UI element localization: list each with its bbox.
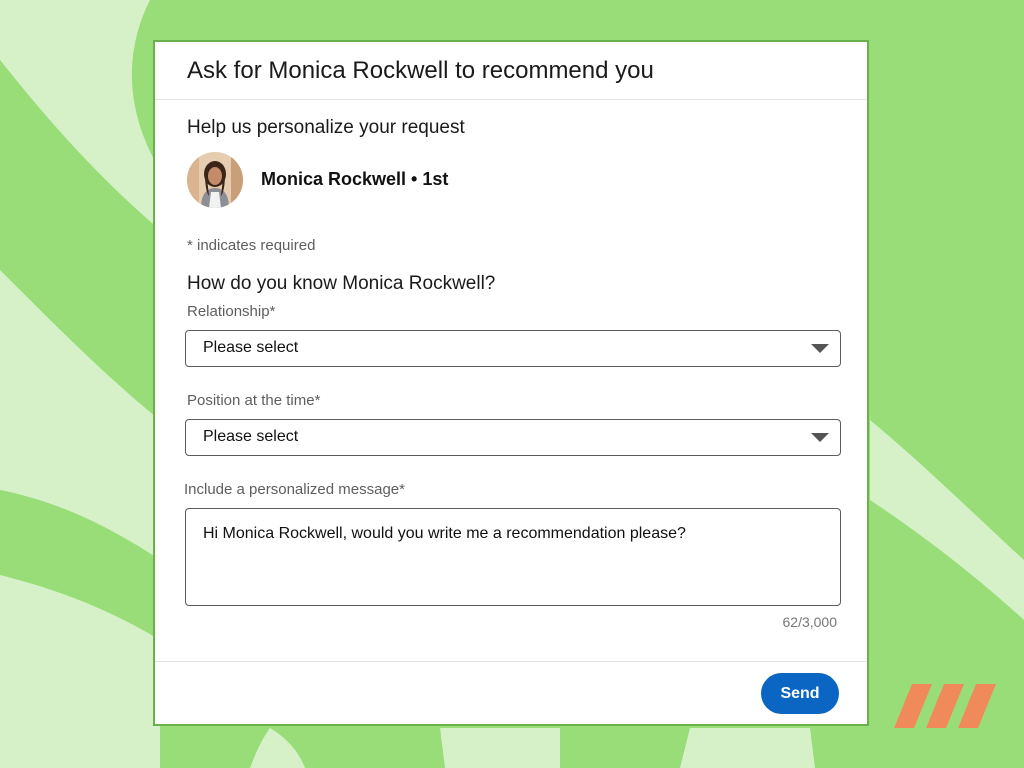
send-button[interactable]: Send — [761, 673, 839, 714]
message-textarea[interactable]: Hi Monica Rockwell, would you write me a… — [185, 508, 841, 606]
dialog-subtitle: Help us personalize your request — [187, 117, 465, 138]
relationship-question: How do you know Monica Rockwell? — [187, 273, 496, 294]
caret-down-icon — [811, 344, 829, 353]
position-select[interactable]: Please select — [185, 419, 841, 456]
message-text: Hi Monica Rockwell, would you write me a… — [203, 525, 686, 542]
person-name: Monica Rockwell • 1st — [261, 169, 449, 189]
recommendation-dialog: Ask for Monica Rockwell to recommend you… — [153, 40, 869, 726]
dialog-footer: Send — [155, 661, 867, 726]
page-background: Ask for Monica Rockwell to recommend you… — [0, 0, 1024, 768]
profile-photo-icon — [187, 152, 243, 208]
relationship-select[interactable]: Please select — [185, 330, 841, 367]
dialog-title: Ask for Monica Rockwell to recommend you — [187, 57, 654, 84]
caret-down-icon — [811, 433, 829, 442]
brand-logo-icon — [894, 684, 996, 728]
avatar[interactable] — [187, 152, 243, 208]
message-label: Include a personalized message* — [184, 481, 405, 498]
required-note: * indicates required — [187, 237, 316, 254]
character-count: 62/3,000 — [782, 614, 838, 630]
position-select-value: Please select — [203, 428, 299, 445]
person-row: Monica Rockwell • 1st — [187, 152, 687, 208]
relationship-label: Relationship* — [187, 303, 276, 320]
position-label: Position at the time* — [187, 392, 321, 409]
relationship-select-value: Please select — [203, 339, 299, 356]
dialog-header: Ask for Monica Rockwell to recommend you — [155, 42, 867, 100]
